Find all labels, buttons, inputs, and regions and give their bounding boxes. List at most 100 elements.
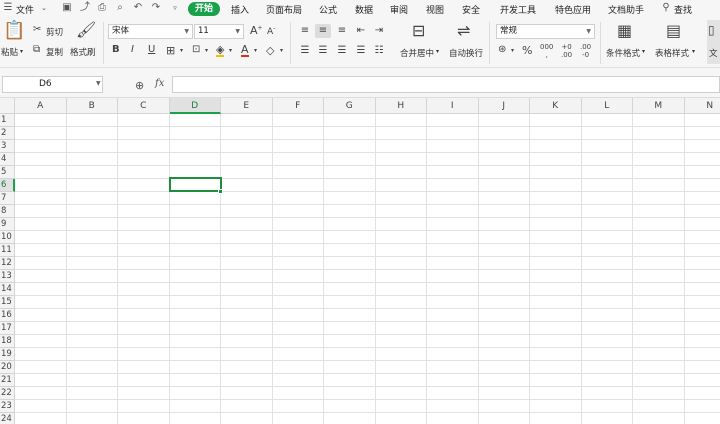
increase-indent-icon[interactable]: ⇥ [372, 24, 386, 38]
row-header-11[interactable]: 11 [0, 244, 15, 257]
search-button[interactable]: 查找 [674, 3, 692, 16]
paste-icon[interactable]: 📋 [3, 22, 25, 40]
row-header-5[interactable]: 5 [0, 166, 15, 179]
italic-button[interactable]: I [131, 45, 134, 55]
column-header-n[interactable]: N [684, 98, 720, 114]
thousands-separator-icon[interactable]: 000, [540, 43, 553, 59]
column-header-k[interactable]: K [530, 98, 582, 114]
wrap-text-button[interactable]: 自动换行 [449, 47, 483, 59]
row-header-19[interactable]: 19 [0, 348, 15, 361]
row-header-13[interactable]: 13 [0, 270, 15, 283]
column-header-d[interactable]: D [169, 98, 221, 114]
row-header-6[interactable]: 6 [0, 179, 15, 192]
merge-style-icon[interactable]: ⊡ [192, 45, 200, 55]
conditional-format-button[interactable]: 条件格式 [606, 47, 640, 59]
spreadsheet-grid[interactable]: ABCDEFGHIJKLMN 1 2 3 4 5 6 7 8 9 10 11 12 13 14 15 16 17… [0, 98, 720, 424]
fill-handle[interactable] [218, 189, 223, 194]
chevron-down-icon[interactable]: ▾ [511, 48, 514, 54]
chevron-down-icon[interactable]: ▾ [436, 48, 439, 55]
tab-developer[interactable]: 开发工具 [500, 3, 536, 16]
column-header-f[interactable]: F [272, 98, 324, 114]
overflow-panel[interactable]: ▯ 文 [707, 20, 720, 64]
borders-icon[interactable]: ⊞ [166, 45, 175, 56]
insert-function-button[interactable]: fx [155, 78, 164, 89]
zoom-icon[interactable]: ⊕ [135, 79, 144, 92]
tab-review[interactable]: 审阅 [390, 3, 408, 16]
column-header-l[interactable]: L [581, 98, 633, 114]
row-header-16[interactable]: 16 [0, 309, 15, 322]
tab-doc-assistant[interactable]: 文档助手 [608, 3, 644, 16]
paste-button[interactable]: 粘贴 [1, 46, 18, 58]
column-header-a[interactable]: A [15, 98, 67, 114]
row-header-9[interactable]: 9 [0, 218, 15, 231]
decrease-indent-icon[interactable]: ⇤ [354, 24, 368, 38]
tab-security[interactable]: 安全 [462, 3, 480, 16]
row-header-18[interactable]: 18 [0, 335, 15, 348]
tab-page-layout[interactable]: 页面布局 [266, 3, 302, 16]
fill-color-icon[interactable]: ◈ [216, 44, 225, 57]
tab-view[interactable]: 视图 [426, 3, 444, 16]
search-icon[interactable]: ⚲ [660, 2, 672, 14]
increase-decimal-icon[interactable]: +0.00 [561, 43, 572, 59]
chevron-down-icon[interactable]: ▾ [692, 48, 695, 55]
column-header-m[interactable]: M [633, 98, 685, 114]
align-middle-icon[interactable]: ≡ [315, 24, 331, 38]
distributed-icon[interactable]: ☷ [372, 44, 386, 58]
tab-insert[interactable]: 插入 [231, 3, 249, 16]
row-header-1[interactable]: 1 [0, 114, 15, 127]
row-header-21[interactable]: 21 [0, 374, 15, 387]
cut-icon[interactable]: ✂ [33, 25, 41, 35]
chevron-down-icon[interactable]: ▾ [280, 48, 283, 54]
underline-button[interactable]: U [148, 45, 155, 55]
chevron-down-icon[interactable]: ▾ [254, 48, 257, 54]
increase-font-icon[interactable]: A+ [250, 25, 263, 36]
align-left-icon[interactable]: ☰ [298, 44, 312, 58]
currency-icon[interactable]: ⊛ [498, 45, 506, 55]
paste-chevron-icon[interactable]: ▾ [20, 48, 23, 55]
row-header-14[interactable]: 14 [0, 283, 15, 296]
row-header-2[interactable]: 2 [0, 127, 15, 140]
save-icon[interactable]: ▣ [61, 2, 73, 14]
wrap-text-icon[interactable]: ⇌ [457, 23, 470, 39]
conditional-format-icon[interactable]: ▦ [617, 23, 632, 39]
column-header-i[interactable]: I [427, 98, 479, 114]
row-header-22[interactable]: 22 [0, 387, 15, 400]
row-header-23[interactable]: 23 [0, 400, 15, 413]
column-header-j[interactable]: J [478, 98, 530, 114]
table-style-icon[interactable]: ▤ [666, 23, 681, 39]
row-header-24[interactable]: 24 [0, 413, 15, 424]
undo-icon[interactable]: ↶ [132, 2, 144, 14]
column-header-e[interactable]: E [221, 98, 273, 114]
tab-data[interactable]: 数据 [355, 3, 373, 16]
formula-input[interactable] [172, 76, 720, 93]
percent-icon[interactable]: % [522, 45, 532, 56]
format-painter-icon[interactable]: 🖌 [76, 22, 96, 38]
justify-icon[interactable]: ☰ [354, 44, 368, 58]
chevron-down-icon[interactable]: ▾ [642, 48, 645, 55]
format-painter-button[interactable]: 格式刷 [70, 46, 96, 58]
chevron-down-icon[interactable]: ⌄ [38, 2, 50, 14]
column-header-b[interactable]: B [66, 98, 118, 114]
row-header-3[interactable]: 3 [0, 140, 15, 153]
menu-icon[interactable]: ☰ [2, 2, 14, 14]
copy-button[interactable]: 复制 [46, 46, 63, 58]
column-header-g[interactable]: G [324, 98, 376, 114]
row-header-8[interactable]: 8 [0, 205, 15, 218]
select-all-corner[interactable] [0, 98, 15, 114]
column-header-c[interactable]: C [118, 98, 170, 114]
decrease-decimal-icon[interactable]: .00 -0 [580, 43, 591, 59]
row-header-15[interactable]: 15 [0, 296, 15, 309]
tab-home[interactable]: 开始 [188, 2, 220, 16]
merge-center-button[interactable]: 合并居中 [400, 47, 434, 59]
eraser-icon[interactable]: ◇ [266, 45, 274, 56]
print-icon[interactable]: ⎙ [96, 2, 108, 14]
table-style-button[interactable]: 表格样式 [655, 47, 689, 59]
tab-formulas[interactable]: 公式 [319, 3, 337, 16]
decrease-font-icon[interactable]: A- [267, 26, 275, 37]
row-header-7[interactable]: 7 [0, 192, 15, 205]
align-center-icon[interactable]: ☰ [316, 44, 330, 58]
chevron-down-icon[interactable]: ▼ [96, 80, 101, 87]
copy-icon[interactable]: ⧉ [33, 45, 40, 55]
tab-special-apps[interactable]: 特色应用 [555, 3, 591, 16]
cut-button[interactable]: 剪切 [46, 26, 63, 38]
